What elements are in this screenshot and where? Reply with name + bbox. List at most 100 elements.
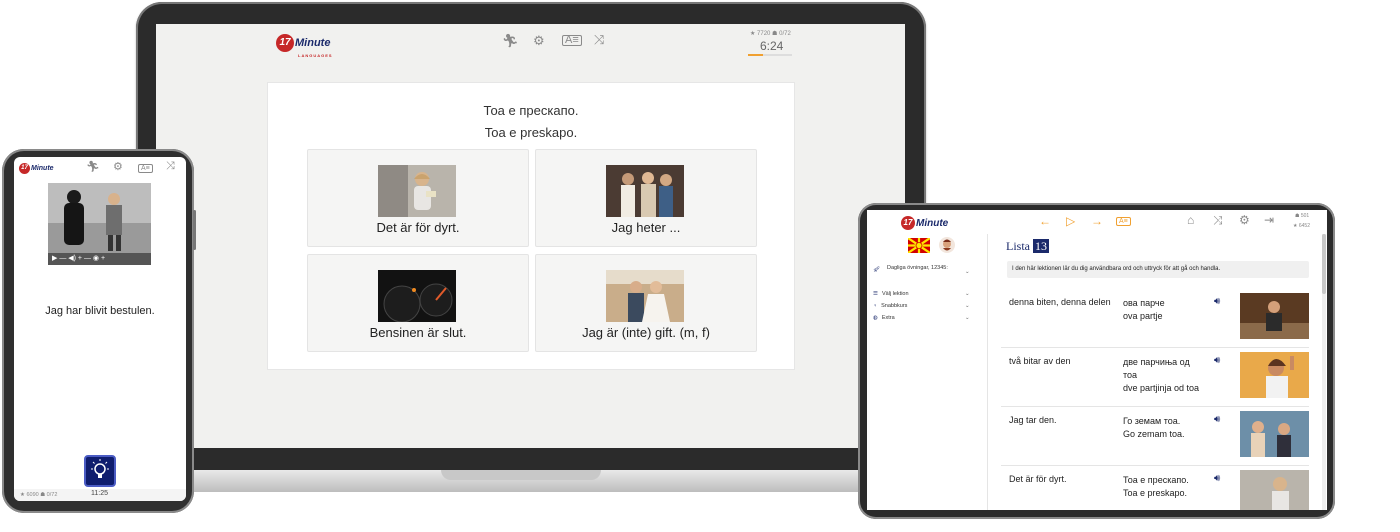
laptop-notch [441,470,601,480]
phone-side-button [193,210,196,250]
phone-time: 11:25 [91,490,108,497]
hint-button[interactable] [84,455,116,487]
people-shaking-hands-image [606,165,684,217]
quiz-option-label: Jag är (inte) gift. (m, f) [582,325,710,340]
sidebar-item-extra[interactable]: ◍ Extra ⌄ [873,315,970,321]
bakery-image [1240,293,1309,339]
speaker-icon[interactable]: 🔊︎ [1214,355,1220,366]
chevron-down-icon: ⌄ [965,315,970,321]
crossed-arrows-icon[interactable]: ⤨ [166,161,175,172]
tablet-sidebar: 🚀︎ Dagliga övningar, 12345: ⌄ ☰ Välj lekt… [867,234,988,510]
logo-sub: LANGUAGES [298,53,333,58]
tablet-stats-top: ☗ 501 [1295,213,1310,219]
vocab-latin: Toa e preskapo. [1123,488,1188,498]
gear-icon[interactable]: ⚙ [1239,214,1250,226]
brand-logo[interactable]: 17 Minute [19,163,54,174]
arrow-right-icon[interactable]: → [1091,215,1103,227]
vocab-cyrillic: Тоа е прескапо. [1123,475,1189,485]
list-number-badge: 13 [1033,239,1049,253]
girl-counting-money-image [1240,470,1309,510]
runner-icon[interactable]: 🏃︎ [86,162,100,173]
sidebar-item-crash-course[interactable]: ♀ Snabbkurs ⌄ [873,303,970,309]
sidebar-item-lesson[interactable]: ☰ Välj lektion ⌄ [873,291,970,297]
brand-logo[interactable]: 17 Minute LANGUAGES [276,34,332,58]
vocab-row: denna biten, denna delen ова парче ova pa… [1001,289,1309,348]
lesson-intro: I den här lektionen lär du dig användbar… [1007,261,1309,278]
crossed-arrows-icon[interactable]: ⤨ [1213,214,1223,226]
theft-video[interactable]: ▶ — ◀) + — ◉ + [48,183,151,265]
speaker-icon[interactable]: 🔊︎ [1214,473,1220,484]
shopping-image [1240,411,1309,457]
quiz-prompt-latin: Toa e preskapo. [484,125,578,140]
gear-icon[interactable]: ⚙ [113,162,123,173]
vocab-latin: dve partjinja od toa [1123,383,1200,393]
tablet-scrollbar[interactable] [1322,234,1326,510]
chevron-down-icon: ⌄ [965,269,970,275]
phone-stats: ★ 6090 ☗ 0/72 [20,492,58,498]
logo-word: Minute [295,37,331,49]
video-controls[interactable]: ▶ — ◀) + — ◉ + [48,253,151,265]
arrow-left-icon[interactable]: ← [1039,215,1051,227]
card-icon[interactable]: A≡ [138,164,153,173]
rocket-icon: 🚀︎ [873,267,880,273]
wedding-couple-image [606,270,684,322]
sidebar-item-label: Välj lektion [881,291,909,297]
bulb-icon: ♀ [873,303,878,309]
laptop-progress-fill [748,54,764,56]
laptop-progress-bar [748,54,792,56]
tablet-stats-bottom: ★ 6452 [1293,223,1310,229]
vocab-cyrillic: Го земам тоа. [1123,416,1181,426]
card-icon[interactable]: A≡ [562,35,582,46]
vocab-macedonian: две парчиња од тоа dve partjinja od toa [1123,356,1201,395]
chevron-down-icon: ⌄ [965,303,970,309]
phone-screen: 17 Minute 🏃︎ ⚙ A≡ ⤨ ▶ — ◀) + — ◉ + Jag h… [14,157,186,501]
logout-icon[interactable]: ⇥ [1264,214,1274,226]
logo-word: Minute [916,217,949,229]
quiz-option-2[interactable]: Jag heter ... [535,149,757,247]
vocab-swedish: Det är för dyrt. [1009,474,1067,484]
list-heading: Lista 13 [1006,239,1049,254]
fuel-gauge-image [378,270,456,322]
quiz-option-3[interactable]: Bensinen är slut. [307,254,529,352]
vocab-swedish: Jag tar den. [1009,415,1057,425]
quiz-prompt-cyrillic: Тоа е прескапо. [483,103,579,118]
quiz-option-4[interactable]: Jag är (inte) gift. (m, f) [535,254,757,352]
runner-icon[interactable]: 🏃︎ [502,34,519,47]
vocab-row: Jag tar den. Го земам тоа. Go zemam toa. … [1001,407,1309,466]
quiz-card: Тоа е прескапо. Toa e preskapo. Det är f… [267,82,795,370]
logo-badge: 17 [901,216,915,230]
tutor-avatar[interactable] [939,237,955,253]
chevron-down-icon: ⌄ [965,291,970,297]
phone-footer: ★ 6090 ☗ 0/72 11:25 [14,489,186,501]
vocab-row: Det är för dyrt. Тоа е прескапо. Toa e pr… [1001,466,1309,510]
vocab-swedish: denna biten, denna delen [1009,297,1111,307]
vocab-macedonian: Тоа е прескапо. Toa e preskapo. [1123,474,1201,500]
quiz-option-label: Jag heter ... [611,220,681,235]
speaker-icon[interactable]: 🔊︎ [1214,414,1220,425]
tablet-screen: 17 Minute ← ▷ → A≡ ⌂ ⤨ ⚙ ⇥ ☗ 501 ★ 6452 … [867,210,1327,510]
vocab-latin: Go zemam toa. [1123,429,1185,439]
crossed-arrows-icon[interactable]: ⤨ [594,33,604,46]
logo-word: Minute [31,165,54,172]
play-icon[interactable]: ▷ [1066,215,1075,227]
scrollbar-thumb[interactable] [1322,234,1326,294]
laptop-stats: ★ 7720 ☗ 0/72 [750,31,791,37]
sidebar-item-label: Extra [881,315,895,321]
speaker-icon[interactable]: 🔊︎ [1214,296,1220,307]
lightbulb-icon [91,459,109,478]
brand-logo[interactable]: 17 Minute [901,216,948,230]
gear-icon[interactable]: ⚙ [533,34,545,47]
home-icon[interactable]: ⌂ [1187,214,1194,226]
list-icon: ☰ [873,291,878,297]
vocab-macedonian: ова парче ova partje [1123,297,1201,323]
card-icon[interactable]: A≡ [1116,217,1131,226]
woman-peace-sign-image [1240,352,1309,398]
globe-icon: ◍ [873,315,878,321]
girl-counting-money-image [378,165,456,217]
quiz-option-1[interactable]: Det är för dyrt. [307,149,529,247]
vocab-swedish: två bitar av den [1009,356,1071,366]
sidebar-item-label: Dagliga övningar, 12345: [887,265,948,271]
logo-badge: 17 [19,163,30,174]
vocab-row: två bitar av den две парчиња од тоа dve p… [1001,348,1309,407]
macedonia-flag-icon[interactable] [908,238,930,253]
